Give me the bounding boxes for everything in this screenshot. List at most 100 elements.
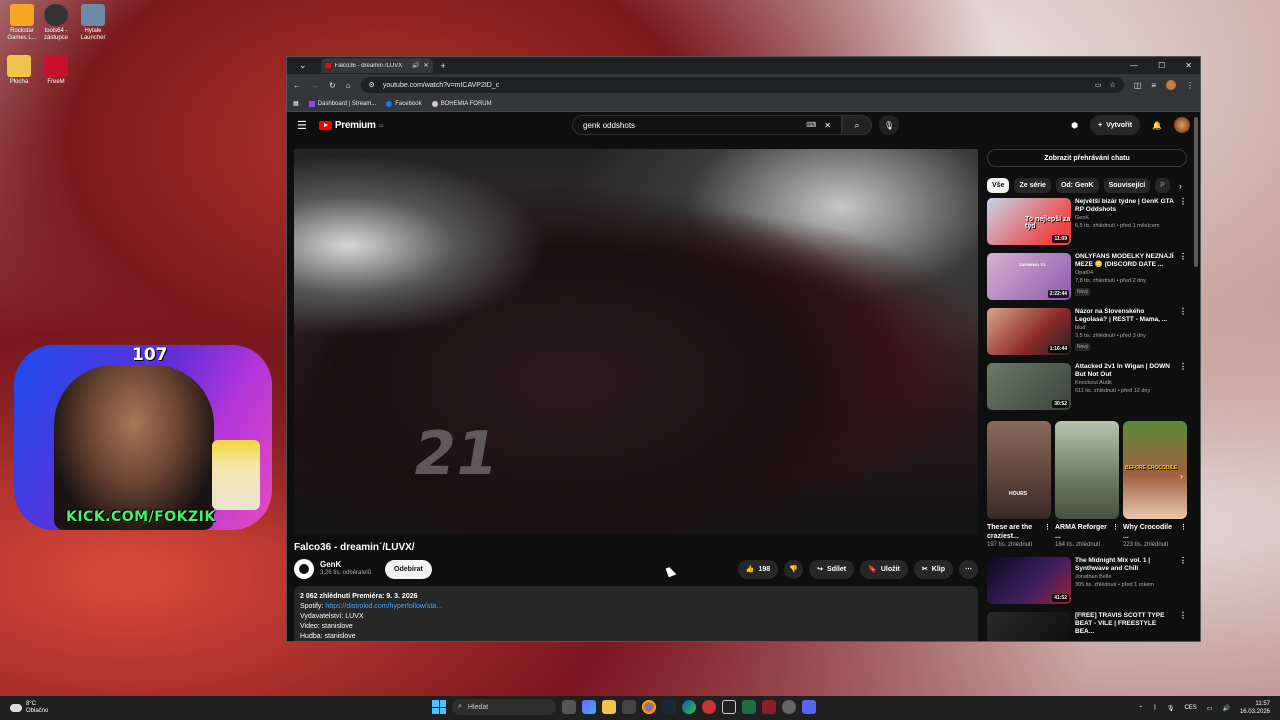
bookmark-dashboard[interactable]: Dashboard | Stream...: [308, 100, 376, 107]
rec-title[interactable]: The Midnight Mix vol. 1 | Synthwave and …: [1075, 557, 1177, 573]
app-icon[interactable]: [762, 700, 776, 714]
tab-search-icon[interactable]: ⌄: [299, 60, 307, 71]
more-vert-icon[interactable]: ⋮: [1112, 523, 1119, 532]
short-thumbnail[interactable]: BEFORE CROCODILE: [1123, 421, 1187, 519]
rec-title[interactable]: Největší bizár týdne | GenK GTA RP Oddsh…: [1075, 198, 1177, 214]
desktop-icon-plocha[interactable]: Plocha: [1, 55, 37, 86]
mic-icon[interactable]: 🎙: [1167, 705, 1175, 712]
video-thumbnail[interactable]: 1:16:44: [987, 308, 1071, 355]
short-item[interactable]: HOURS These are the craziest... ⋮ 197 tis…: [987, 421, 1051, 549]
short-item[interactable]: BEFORE CROCODILE Why Crocodile ... ⋮ 223 …: [1123, 421, 1187, 549]
short-thumbnail[interactable]: HOURS: [987, 421, 1051, 519]
more-vert-icon[interactable]: ⋮: [1180, 523, 1187, 532]
settings-app-icon[interactable]: [782, 700, 796, 714]
short-item[interactable]: ARMA Reforger ... ⋮ 184 tis. zhlédnutí: [1055, 421, 1119, 549]
video-thumbnail[interactable]: ZAPNEMO TO 2:22:44: [987, 253, 1071, 300]
network-icon[interactable]: ▭: [1207, 705, 1213, 712]
taskbar-search[interactable]: ⌕ Hledat: [452, 699, 556, 715]
volume-icon[interactable]: 🔊: [1222, 705, 1229, 712]
more-vert-icon[interactable]: ⋮: [1179, 363, 1187, 371]
desktop-icon-rockstar[interactable]: Rockstar Games L...: [4, 4, 40, 42]
close-window-icon[interactable]: ✕: [1185, 61, 1192, 70]
chrome-icon[interactable]: [642, 700, 656, 714]
bluetooth-icon[interactable]: ᛒ: [1153, 705, 1157, 711]
media-icon[interactable]: ≡: [1151, 81, 1156, 90]
discord-icon[interactable]: [802, 700, 816, 714]
rec-title[interactable]: ONLYFANS MODELKY NEZNAJÍ MEZE 😳 (DISCORD…: [1075, 253, 1177, 269]
more-vert-icon[interactable]: ⋮: [1044, 523, 1051, 532]
more-vert-icon[interactable]: ⋮: [1179, 557, 1187, 565]
search-input[interactable]: genk oddshots ⌨ ✕: [572, 115, 842, 135]
subscribe-button[interactable]: Odebírat: [385, 559, 432, 579]
cast-icon[interactable]: ▭: [1095, 81, 1102, 89]
site-info-icon[interactable]: ⚙: [369, 81, 375, 89]
keyboard-icon[interactable]: ⌨: [806, 121, 816, 129]
clock[interactable]: 11:57 16.03.2026: [1240, 700, 1270, 716]
omnibox[interactable]: ⚙ youtube.com/watch?v=mICAVP2ID_c ▭ ☆: [360, 77, 1124, 93]
rec-channel[interactable]: GenK: [1075, 214, 1177, 222]
more-vert-icon[interactable]: ⋮: [1179, 253, 1187, 261]
bookmark-star-icon[interactable]: ☆: [1109, 81, 1115, 89]
desktop-icon-freem[interactable]: FreeM: [38, 55, 74, 86]
weather-widget[interactable]: 8°C Oblačno: [10, 701, 48, 715]
description-box[interactable]: 2 062 zhlédnutí Premiéra: 9. 3. 2026 Spo…: [294, 586, 978, 641]
more-actions-button[interactable]: ⋯: [959, 559, 978, 579]
close-tab-icon[interactable]: ✕: [424, 62, 429, 69]
speaker-icon[interactable]: 🔊: [412, 62, 419, 69]
channel-name[interactable]: GenK: [320, 560, 371, 569]
hamburger-menu-icon[interactable]: ☰: [297, 119, 307, 132]
maximize-icon[interactable]: ☐: [1158, 61, 1165, 70]
shorts-next-icon[interactable]: ›: [1180, 471, 1183, 481]
channel-avatar[interactable]: [294, 559, 314, 579]
excel-icon[interactable]: [742, 700, 756, 714]
app-icon[interactable]: [702, 700, 716, 714]
show-chat-replay-button[interactable]: Zobrazit přehrávání chatu: [987, 149, 1187, 167]
chip-from-channel[interactable]: Od: GenK: [1055, 178, 1099, 193]
edge-icon[interactable]: [682, 700, 696, 714]
more-vert-icon[interactable]: ⋮: [1179, 308, 1187, 316]
extensions-icon[interactable]: ◫: [1134, 81, 1142, 90]
like-button[interactable]: 👍 198: [737, 559, 779, 579]
store-icon[interactable]: [622, 700, 636, 714]
dislike-button[interactable]: 👎: [784, 559, 804, 579]
voice-search-button[interactable]: 🎙: [879, 115, 899, 135]
steam-icon[interactable]: [662, 700, 676, 714]
rec-channel[interactable]: Knockout Audit: [1075, 379, 1177, 387]
recommendation-item[interactable]: 1:16:44 Názor na Slovenského Legolasa? |…: [987, 308, 1187, 358]
home-icon[interactable]: ⌂: [346, 81, 351, 90]
rec-title[interactable]: Attacked 2v1 In Wigan | DOWN But Not Out: [1075, 363, 1177, 379]
desktop-icon-hytale[interactable]: Hytale Launcher: [75, 4, 111, 42]
bookmark-bohemia[interactable]: BOHEMIA FORUM: [431, 100, 492, 107]
video-player[interactable]: 21: [294, 149, 978, 534]
rec-channel[interactable]: Opat04: [1075, 269, 1177, 277]
video-thumbnail[interactable]: 41:52: [987, 557, 1071, 604]
desktop-icon-tools64[interactable]: tools64 - zástupce: [38, 4, 74, 42]
save-button[interactable]: 🔖 Uložit: [860, 559, 908, 579]
recommendation-item[interactable]: To nejlepší za týd 11:09 Největší bizár …: [987, 198, 1187, 248]
file-explorer-icon[interactable]: [602, 700, 616, 714]
chip-series[interactable]: Ze série: [1014, 178, 1051, 193]
video-thumbnail[interactable]: To nejlepší za týd 11:09: [987, 198, 1071, 245]
scrollbar[interactable]: [1194, 117, 1198, 267]
cast-icon[interactable]: ⬢: [1071, 121, 1078, 130]
more-vert-icon[interactable]: ⋮: [1179, 612, 1187, 620]
obs-icon[interactable]: [722, 700, 736, 714]
language-indicator[interactable]: CES: [1184, 705, 1196, 711]
chevron-right-icon[interactable]: ›: [1179, 181, 1182, 191]
recommendation-item[interactable]: ZAPNEMO TO 2:22:44 ONLYFANS MODELKY NEZN…: [987, 253, 1187, 303]
share-button[interactable]: ↪ Sdílet: [809, 559, 855, 579]
rec-title[interactable]: [FREE] TRAVIS SCOTT TYPE BEAT - VILE | F…: [1075, 612, 1177, 636]
recommendation-item[interactable]: 41:52 The Midnight Mix vol. 1 | Synthwav…: [987, 557, 1187, 607]
notifications-bell-icon[interactable]: 🔔: [1152, 121, 1162, 130]
more-vert-icon[interactable]: ⋮: [1179, 198, 1187, 206]
clear-search-icon[interactable]: ✕: [824, 121, 831, 130]
bookmark-facebook[interactable]: Facebook: [386, 100, 422, 107]
recommendation-item[interactable]: 30:52 Attacked 2v1 In Wigan | DOWN But N…: [987, 363, 1187, 413]
video-thumbnail[interactable]: 30:52: [987, 363, 1071, 410]
create-button[interactable]: + Vytvořit: [1090, 115, 1141, 135]
menu-icon[interactable]: ⋮: [1186, 81, 1194, 90]
recommendation-item[interactable]: [FREE] TRAVIS SCOTT TYPE BEAT - VILE | F…: [987, 612, 1187, 641]
spotify-link[interactable]: https://distrokid.com/hyperfollow/sta...: [325, 603, 442, 610]
chip-all[interactable]: Vše: [987, 178, 1010, 193]
chevron-up-icon[interactable]: ⌃: [1138, 705, 1143, 712]
